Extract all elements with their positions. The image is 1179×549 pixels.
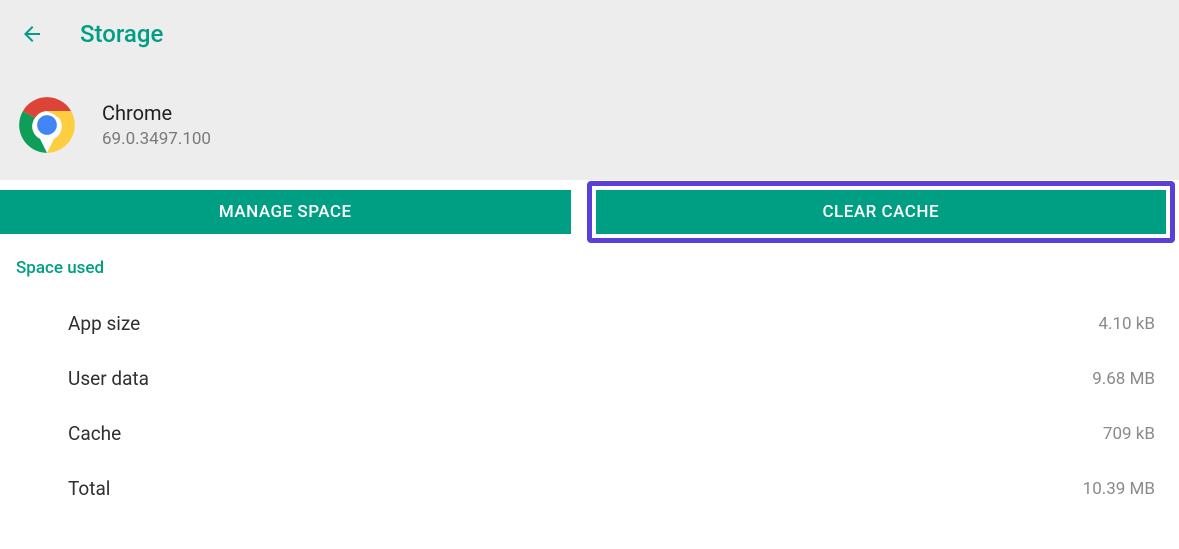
row-value: 10.39 MB [1083, 479, 1163, 499]
manage-space-button[interactable]: MANAGE SPACE [0, 190, 571, 234]
row-label: User data [68, 367, 149, 390]
row-value: 9.68 MB [1092, 369, 1163, 389]
app-text: Chrome 69.0.3497.100 [102, 101, 211, 149]
back-arrow-icon[interactable] [20, 22, 44, 46]
app-version: 69.0.3497.100 [102, 129, 211, 149]
title-bar: Storage [0, 0, 1179, 66]
row-label: Cache [68, 422, 121, 445]
rows-container: App size 4.10 kB User data 9.68 MB Cache… [16, 278, 1163, 516]
list-item: Total 10.39 MB [16, 461, 1163, 516]
row-label: App size [68, 312, 140, 335]
app-info: Chrome 69.0.3497.100 [0, 66, 1179, 180]
chrome-icon [18, 96, 76, 154]
page-title: Storage [80, 20, 163, 48]
row-label: Total [68, 477, 110, 500]
button-row: MANAGE SPACE CLEAR CACHE [0, 180, 1179, 234]
content-section: Space used App size 4.10 kB User data 9.… [0, 234, 1179, 516]
section-label: Space used [16, 258, 1163, 278]
clear-cache-button[interactable]: CLEAR CACHE [596, 190, 1167, 234]
highlight-box: CLEAR CACHE [587, 181, 1176, 243]
row-value: 709 kB [1103, 424, 1163, 444]
list-item: App size 4.10 kB [16, 296, 1163, 351]
row-value: 4.10 kB [1098, 314, 1163, 334]
list-item: Cache 709 kB [16, 406, 1163, 461]
app-name: Chrome [102, 101, 211, 125]
header-section: Storage Chrome 69.0.3497.100 [0, 0, 1179, 180]
list-item: User data 9.68 MB [16, 351, 1163, 406]
